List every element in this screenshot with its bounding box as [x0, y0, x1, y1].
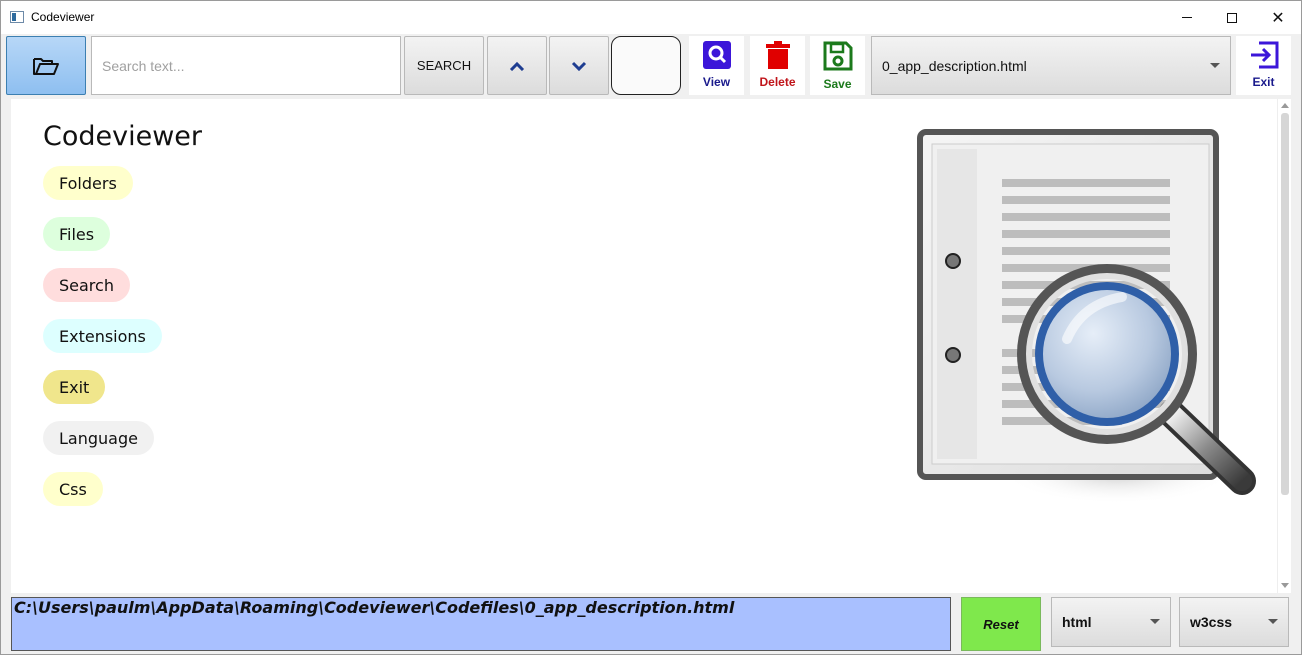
tag-files: Files [43, 217, 111, 251]
dropdown-arrow-icon [1210, 63, 1220, 68]
view-button[interactable]: View [689, 36, 744, 95]
vertical-scrollbar[interactable] [1277, 99, 1291, 593]
css-select-value: w3css [1190, 614, 1233, 630]
app-icon [10, 11, 24, 23]
search-icon [702, 41, 731, 69]
maximize-button[interactable] [1209, 1, 1255, 34]
previous-match-button[interactable] [487, 36, 547, 95]
tag-extensions: Extensions [43, 319, 162, 353]
tag-search: Search [43, 268, 130, 302]
search-input[interactable] [91, 36, 401, 95]
delete-label: Delete [759, 75, 796, 89]
minimize-icon [1182, 17, 1192, 18]
scroll-up-icon[interactable] [1281, 103, 1289, 108]
dropdown-arrow-icon [1268, 619, 1278, 624]
language-select[interactable]: html [1051, 597, 1171, 647]
save-button[interactable]: Save [810, 36, 865, 95]
tag-exit: Exit [43, 370, 106, 404]
dropdown-arrow-icon [1150, 619, 1160, 624]
tag-language: Language [43, 421, 154, 455]
search-button[interactable]: SEARCH [404, 36, 484, 95]
app-window: Codeviewer ✕ SEARCH View Delete [0, 0, 1302, 655]
reset-button[interactable]: Reset [961, 597, 1041, 651]
chevron-up-icon [509, 61, 525, 71]
save-label: Save [823, 77, 852, 91]
maximize-icon [1227, 12, 1237, 23]
document-search-icon [917, 129, 1256, 504]
minimize-button[interactable] [1164, 1, 1210, 34]
trash-icon [765, 41, 790, 69]
tag-folders: Folders [43, 166, 133, 200]
css-select[interactable]: w3css [1179, 597, 1289, 647]
exit-label: Exit [1252, 75, 1275, 89]
view-label: View [702, 75, 731, 89]
title-bar: Codeviewer ✕ [1, 1, 1301, 34]
exit-icon [1250, 41, 1278, 69]
folder-open-icon [33, 57, 59, 75]
blank-button[interactable] [611, 36, 681, 95]
file-path-display[interactable]: C:\Users\paulm\AppData\Roaming\Codeviewe… [11, 597, 951, 651]
window-title: Codeviewer [31, 10, 95, 24]
exit-button[interactable]: Exit [1236, 36, 1291, 95]
scroll-thumb[interactable] [1281, 113, 1289, 495]
page-title: Codeviewer [43, 121, 203, 152]
file-select[interactable]: 0_app_description.html [871, 36, 1231, 95]
open-folder-button[interactable] [6, 36, 86, 95]
save-icon [823, 41, 852, 71]
delete-button[interactable]: Delete [750, 36, 805, 95]
close-icon: ✕ [1271, 7, 1285, 27]
scroll-down-icon[interactable] [1281, 583, 1289, 588]
next-match-button[interactable] [549, 36, 609, 95]
close-button[interactable]: ✕ [1255, 1, 1301, 34]
content-view[interactable]: Codeviewer Folders Files Search Extensio… [11, 99, 1277, 593]
language-select-value: html [1062, 614, 1092, 630]
tag-css: Css [43, 472, 103, 506]
file-select-value: 0_app_description.html [882, 57, 1027, 74]
chevron-down-icon [571, 61, 587, 71]
